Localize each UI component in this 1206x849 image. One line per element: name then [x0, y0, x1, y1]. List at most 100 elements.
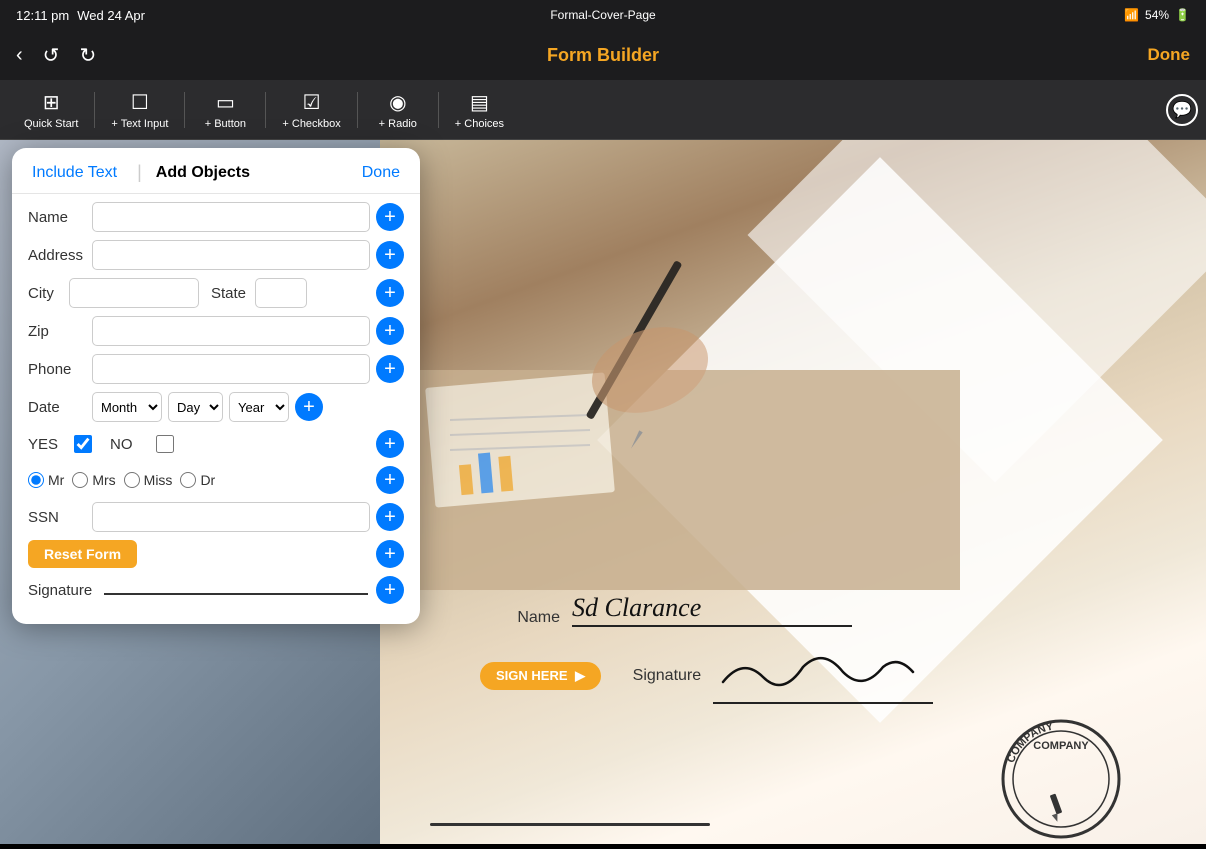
mr-radio[interactable]: [28, 472, 44, 488]
signature-svg: [713, 647, 933, 692]
text-input-icon: ☐: [131, 90, 149, 115]
toolbar-quick-start[interactable]: ⊞ Quick Start: [8, 90, 94, 130]
checkbox-icon: ☑: [303, 90, 321, 115]
chat-button[interactable]: 💬: [1166, 94, 1198, 126]
include-text-tab[interactable]: Include Text: [32, 164, 137, 182]
name-input[interactable]: [92, 202, 370, 232]
ssn-add-button[interactable]: +: [376, 503, 404, 531]
signature-line: [104, 593, 368, 595]
date-day-select[interactable]: Day: [168, 392, 223, 422]
toolbar: ⊞ Quick Start ☐ + Text Input ▭ + Button …: [0, 80, 1206, 140]
date-month-select[interactable]: Month: [92, 392, 162, 422]
name-row: Name +: [28, 202, 404, 232]
toolbar-button[interactable]: ▭ + Button: [185, 90, 265, 130]
ssn-field-label: SSN: [28, 509, 86, 526]
reset-form-button[interactable]: Reset Form: [28, 540, 137, 568]
name-label: Name: [480, 609, 560, 627]
panel-header: Include Text | Add Objects Done: [12, 148, 420, 194]
stamp-svg: COMPANY COMPANY: [996, 714, 1126, 844]
signature-label: Signature: [621, 667, 701, 685]
date-row: Date Month Day Year +: [28, 392, 404, 422]
mr-option: Mr: [28, 472, 64, 488]
yes-checkbox[interactable]: [74, 435, 92, 453]
quick-start-icon: ⊞: [43, 90, 60, 115]
add-objects-tab[interactable]: Add Objects: [156, 164, 362, 182]
chat-icon: 💬: [1172, 100, 1192, 120]
toolbar-choices[interactable]: ▤ + Choices: [439, 90, 520, 130]
dr-option: Dr: [180, 472, 215, 488]
zip-add-button[interactable]: +: [376, 317, 404, 345]
choices-label: + Choices: [455, 118, 504, 130]
city-state-add-button[interactable]: +: [376, 279, 404, 307]
date-add-button[interactable]: +: [295, 393, 323, 421]
no-label: NO: [110, 436, 146, 453]
phone-add-button[interactable]: +: [376, 355, 404, 383]
sign-here-button[interactable]: SIGN HERE: [480, 662, 601, 690]
address-input[interactable]: [92, 240, 370, 270]
phone-input[interactable]: [92, 354, 370, 384]
toolbar-checkbox[interactable]: ☑ + Checkbox: [266, 90, 356, 130]
panel-done-button[interactable]: Done: [362, 164, 400, 182]
toolbar-right: 💬: [1166, 94, 1198, 126]
city-state-row: City State +: [28, 278, 404, 308]
mrs-radio[interactable]: [72, 472, 88, 488]
toolbar-radio[interactable]: ◉ + Radio: [358, 90, 438, 130]
title-radio-row: Mr Mrs Miss Dr +: [28, 466, 404, 494]
button-label: + Button: [205, 118, 246, 130]
reset-add-button[interactable]: +: [376, 540, 404, 568]
signature-value: [713, 647, 933, 704]
signature-add-button[interactable]: +: [376, 576, 404, 604]
signature-area: Name Sd Clarance SIGN HERE Signature: [480, 593, 933, 724]
date-display: Wed 24 Apr: [77, 8, 145, 23]
miss-option: Miss: [124, 472, 173, 488]
miss-radio[interactable]: [124, 472, 140, 488]
date-field-label: Date: [28, 399, 86, 416]
form-rows: Name + Address + City State + Zip: [12, 194, 420, 624]
phone-field-label: Phone: [28, 361, 86, 378]
radio-label: + Radio: [379, 118, 417, 130]
main-content: Name Sd Clarance SIGN HERE Signature COM…: [0, 140, 1206, 844]
doc-title: Formal-Cover-Page: [550, 8, 655, 22]
dr-radio[interactable]: [180, 472, 196, 488]
header-separator: |: [137, 162, 142, 183]
date-year-select[interactable]: Year: [229, 392, 289, 422]
battery-display: 54%: [1145, 8, 1169, 22]
text-input-label: + Text Input: [111, 118, 168, 130]
yes-no-row: YES NO +: [28, 430, 404, 458]
nav-bar: ‹ ↺ ↻ Form Builder Done: [0, 30, 1206, 80]
city-input[interactable]: [69, 278, 199, 308]
yes-no-add-button[interactable]: +: [376, 430, 404, 458]
bottom-line: [430, 823, 710, 826]
checkbox-label: + Checkbox: [282, 118, 340, 130]
mrs-label: Mrs: [92, 472, 115, 488]
redo-button[interactable]: ↻: [79, 43, 96, 68]
yes-label: YES: [28, 436, 64, 453]
signature-row-label: Signature: [28, 582, 96, 599]
button-icon: ▭: [216, 90, 235, 115]
dr-label: Dr: [200, 472, 215, 488]
status-bar: 12:11 pm Wed 24 Apr Formal-Cover-Page 📶 …: [0, 0, 1206, 30]
back-button[interactable]: ‹: [16, 44, 23, 67]
mrs-option: Mrs: [72, 472, 115, 488]
battery-icon: 🔋: [1175, 8, 1190, 22]
address-add-button[interactable]: +: [376, 241, 404, 269]
zip-input[interactable]: [92, 316, 370, 346]
nav-title: Form Builder: [547, 45, 659, 66]
name-add-button[interactable]: +: [376, 203, 404, 231]
no-checkbox[interactable]: [156, 435, 174, 453]
undo-button[interactable]: ↺: [43, 43, 60, 68]
address-row: Address +: [28, 240, 404, 270]
title-add-button[interactable]: +: [376, 466, 404, 494]
reset-form-row: Reset Form +: [28, 540, 404, 568]
city-field-label: City: [28, 285, 63, 302]
time-display: 12:11 pm: [16, 8, 69, 23]
nav-done-button[interactable]: Done: [1148, 45, 1191, 65]
svg-text:COMPANY: COMPANY: [1033, 740, 1089, 752]
quick-start-label: Quick Start: [24, 118, 78, 130]
toolbar-text-input[interactable]: ☐ + Text Input: [95, 90, 184, 130]
ssn-row: SSN +: [28, 502, 404, 532]
state-input[interactable]: [255, 278, 307, 308]
add-objects-panel: Include Text | Add Objects Done Name + A…: [12, 148, 420, 624]
wifi-icon: 📶: [1124, 8, 1139, 22]
ssn-input[interactable]: [92, 502, 370, 532]
